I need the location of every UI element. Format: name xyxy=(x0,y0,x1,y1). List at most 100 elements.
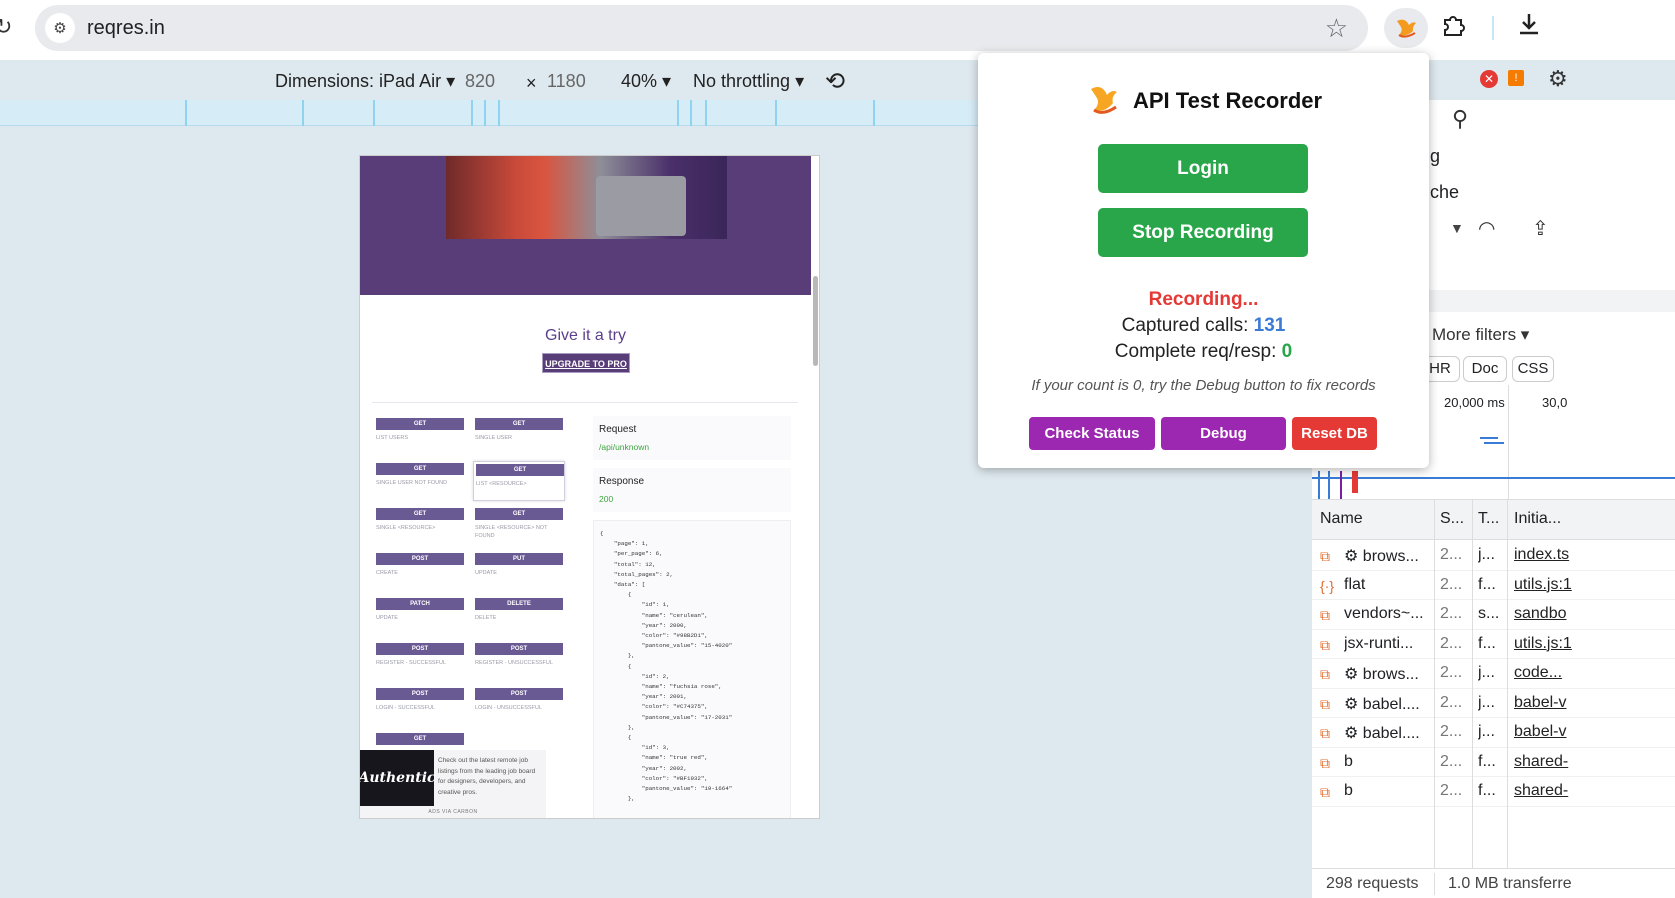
check-status-button[interactable]: Check Status xyxy=(1029,417,1155,450)
ads-via-carbon-link[interactable]: ADS VIA CARBON xyxy=(360,809,546,815)
debug-button[interactable]: Debug xyxy=(1161,417,1286,450)
endpoint-item[interactable]: POST REGISTER - UNSUCCESSFUL xyxy=(473,641,565,681)
network-row[interactable]: ⧉ ⚙ brows... 2... j... code... xyxy=(1312,659,1675,689)
request-panel: Request /api/unknown xyxy=(593,416,791,460)
row-type: j... xyxy=(1478,693,1495,711)
column-initiator[interactable]: Initia... xyxy=(1514,510,1561,528)
request-title: Request xyxy=(599,424,637,435)
network-row[interactable]: ⧉ ⚙ brows... 2... j... index.ts xyxy=(1312,541,1675,571)
give-try-heading: Give it a try xyxy=(545,327,626,344)
ad-image[interactable]: Authentic xyxy=(360,750,436,806)
more-filters-dropdown[interactable]: More filters ▾ xyxy=(1432,325,1529,345)
error-icon[interactable]: ✕ xyxy=(1480,70,1498,88)
url-text[interactable]: reqres.in xyxy=(87,17,165,40)
endpoint-item[interactable]: POST LOGIN - SUCCESSFUL xyxy=(374,686,466,726)
endpoint-item[interactable]: GET SINGLE <RESOURCE> xyxy=(374,506,466,546)
login-button[interactable]: Login xyxy=(1098,144,1308,193)
endpoint-item[interactable]: GET LIST USERS xyxy=(374,416,466,456)
row-initiator[interactable]: index.ts xyxy=(1514,546,1675,564)
request-path[interactable]: /api/unknown xyxy=(599,442,649,452)
complete-req-resp: Complete req/resp: 0 xyxy=(978,341,1429,363)
filter-chip-doc[interactable]: Doc xyxy=(1463,356,1507,382)
filter-chip-css[interactable]: CSS xyxy=(1512,356,1554,382)
row-initiator[interactable]: utils.js:1 xyxy=(1514,635,1675,653)
endpoint-item[interactable]: GET SINGLE USER NOT FOUND xyxy=(374,461,466,501)
api-recorder-extension-button[interactable] xyxy=(1384,8,1428,48)
row-initiator[interactable]: babel-v xyxy=(1514,723,1675,741)
endpoint-item[interactable]: PUT UPDATE xyxy=(473,551,565,591)
api-recorder-popup: API Test Recorder Login Stop Recording R… xyxy=(978,53,1429,468)
row-initiator[interactable]: shared- xyxy=(1514,782,1675,800)
endpoint-item[interactable]: GET LIST <RESOURCE> xyxy=(473,461,565,501)
endpoint-label: SINGLE <RESOURCE> xyxy=(376,525,436,531)
column-name[interactable]: Name xyxy=(1320,510,1363,528)
endpoint-method: GET xyxy=(376,463,464,475)
reset-db-button[interactable]: Reset DB xyxy=(1292,417,1377,450)
endpoint-item[interactable]: POST LOGIN - UNSUCCESSFUL xyxy=(473,686,565,726)
row-status: 2... xyxy=(1440,575,1463,593)
endpoint-item[interactable]: GET SINGLE <RESOURCE> NOT FOUND xyxy=(473,506,565,546)
network-row[interactable]: ⧉ b 2... f... shared- xyxy=(1312,748,1675,777)
zoom-select[interactable]: 40% ▾ xyxy=(621,71,671,92)
script-file-icon: ⧉ xyxy=(1320,754,1330,771)
column-type[interactable]: T... xyxy=(1478,510,1499,528)
row-initiator[interactable]: sandbo xyxy=(1514,605,1675,623)
upgrade-to-pro-button[interactable]: UPGRADE TO PRO xyxy=(542,353,630,373)
dimensions-select[interactable]: Dimensions: iPad Air ▾ xyxy=(275,71,455,92)
endpoint-method: DELETE xyxy=(475,598,563,610)
download-icon[interactable] xyxy=(1515,10,1543,45)
settings-gear-icon[interactable]: ⚙ xyxy=(1548,66,1568,92)
endpoint-item[interactable]: GET SINGLE USER xyxy=(473,416,565,456)
network-row[interactable]: ⧉ ⚙ babel.... 2... j... babel-v xyxy=(1312,718,1675,748)
network-row[interactable]: ⧉ jsx-runti... 2... f... utils.js:1 xyxy=(1312,630,1675,659)
network-row[interactable]: ⧉ vendors~... 2... s... sandbo xyxy=(1312,600,1675,630)
endpoint-label: LIST <RESOURCE> xyxy=(476,481,527,487)
network-row[interactable]: ⧉ ⚙ babel.... 2... j... babel-v xyxy=(1312,689,1675,718)
wifi-settings-icon[interactable]: ◠ xyxy=(1478,216,1495,241)
rotate-icon[interactable]: ⟲ xyxy=(825,67,845,96)
row-status: 2... xyxy=(1440,693,1463,711)
network-row[interactable]: ⧉ b 2... f... shared- xyxy=(1312,777,1675,807)
ad-text[interactable]: Check out the latest remote job listings… xyxy=(438,756,542,798)
extensions-puzzle-icon[interactable] xyxy=(1440,12,1466,45)
row-initiator[interactable]: utils.js:1 xyxy=(1514,576,1675,594)
endpoint-item[interactable]: POST CREATE xyxy=(374,551,466,591)
chevron-down-icon: ▾ xyxy=(446,71,456,91)
device-viewport[interactable]: Give it a try UPGRADE TO PRO GET LIST USE… xyxy=(359,155,820,819)
row-type: j... xyxy=(1478,664,1495,681)
width-input[interactable]: 820 xyxy=(465,71,495,92)
endpoint-item[interactable]: POST REGISTER - SUCCESSFUL xyxy=(374,641,466,681)
bookmark-star-icon[interactable]: ☆ xyxy=(1325,13,1348,44)
endpoint-item[interactable]: DELETE DELETE xyxy=(473,596,565,636)
chevron-down-icon[interactable]: ▼ xyxy=(1450,220,1464,236)
network-row[interactable]: {·} flat 2... f... utils.js:1 xyxy=(1312,571,1675,600)
stop-recording-button[interactable]: Stop Recording xyxy=(1098,208,1308,257)
row-initiator[interactable]: shared- xyxy=(1514,753,1675,771)
reload-icon[interactable]: ↻ xyxy=(0,14,12,40)
captured-calls: Captured calls: 131 xyxy=(978,315,1429,337)
height-input[interactable]: 1180 xyxy=(547,71,586,92)
response-json-box[interactable]: { "page": 1, "per_page": 6, "total": 12,… xyxy=(593,520,791,818)
row-status: 2... xyxy=(1440,546,1463,563)
site-settings-icon[interactable]: ⚙ xyxy=(45,13,75,43)
endpoint-label: LIST USERS xyxy=(376,435,408,441)
request-count: 298 requests xyxy=(1326,875,1419,892)
endpoint-label: CREATE xyxy=(376,570,398,576)
carbon-ad[interactable]: Authentic Check out the latest remote jo… xyxy=(360,750,546,818)
search-icon[interactable]: ⚲ xyxy=(1452,106,1468,132)
row-name: ⚙ brows... xyxy=(1344,666,1419,683)
upload-icon[interactable]: ⇪ xyxy=(1532,216,1549,241)
row-initiator[interactable]: babel-v xyxy=(1514,694,1675,712)
row-initiator[interactable]: code... xyxy=(1514,664,1675,682)
endpoint-method: GET xyxy=(376,508,464,520)
endpoint-item[interactable]: PATCH UPDATE xyxy=(374,596,466,636)
script-file-icon: ⧉ xyxy=(1320,784,1330,800)
chevron-down-icon: ▾ xyxy=(795,71,805,91)
warning-icon[interactable]: ! xyxy=(1508,70,1524,86)
address-bar[interactable]: ⚙ reqres.in ☆ xyxy=(35,5,1368,51)
row-status: 2... xyxy=(1440,723,1463,740)
response-code: 200 xyxy=(599,494,614,504)
viewport-scrollbar[interactable] xyxy=(813,276,818,366)
column-status[interactable]: S... xyxy=(1440,510,1464,528)
throttling-select[interactable]: No throttling ▾ xyxy=(693,71,804,92)
